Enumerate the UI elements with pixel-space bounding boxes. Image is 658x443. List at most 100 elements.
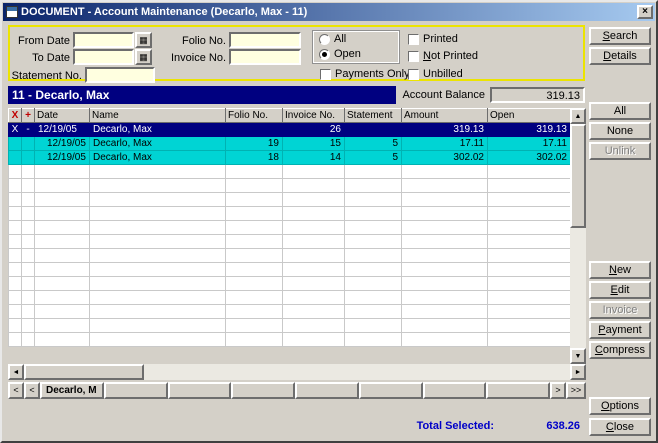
compress-button[interactable]: Compress <box>589 341 651 359</box>
close-icon[interactable]: × <box>637 5 653 19</box>
folio-no-input[interactable] <box>229 32 301 48</box>
cell-statement[interactable]: 5 <box>345 137 402 151</box>
cell-expand[interactable] <box>22 151 35 165</box>
cell-folio[interactable] <box>226 123 283 137</box>
cell-x[interactable] <box>9 151 22 165</box>
cell-folio[interactable]: 18 <box>226 151 283 165</box>
cell-amount[interactable]: 302.02 <box>402 151 488 165</box>
cell-name[interactable]: Decarlo, Max <box>90 151 226 165</box>
next-record-button[interactable]: > <box>550 382 566 399</box>
col-header-invoice[interactable]: Invoice No. <box>283 109 345 123</box>
search-button[interactable]: Search <box>589 27 651 45</box>
vertical-scrollbar[interactable]: ▲ ▼ <box>570 108 586 364</box>
col-header-plus[interactable]: + <box>22 109 35 123</box>
radio-all-circle[interactable] <box>319 34 330 45</box>
checkbox-not-printed[interactable]: Not Printed <box>408 50 478 62</box>
close-button[interactable]: Close <box>589 418 651 436</box>
cell-date[interactable]: 12/19/05 <box>35 151 90 165</box>
radio-open-circle[interactable] <box>319 49 330 60</box>
total-selected-label: Total Selected: <box>417 420 494 432</box>
record-tab[interactable] <box>104 382 168 399</box>
cell-x[interactable] <box>9 137 22 151</box>
record-tab[interactable] <box>168 382 232 399</box>
table-row-empty <box>9 277 571 291</box>
col-header-amount[interactable]: Amount <box>402 109 488 123</box>
cell-open[interactable]: 17.11 <box>488 137 571 151</box>
none-button[interactable]: None <box>589 122 651 140</box>
first-record-button[interactable]: < <box>8 382 24 399</box>
scope-radio-group: All Open <box>312 30 400 64</box>
all-button[interactable]: All <box>589 102 651 120</box>
checkbox-unbilled[interactable]: Unbilled <box>408 68 463 80</box>
from-date-calendar-icon[interactable]: ▦ <box>135 32 152 48</box>
radio-open[interactable]: Open <box>319 48 361 60</box>
title-bar[interactable]: DOCUMENT - Account Maintenance (Decarlo,… <box>3 3 655 21</box>
cell-expand[interactable]: - <box>22 123 35 137</box>
scroll-right-icon[interactable]: ► <box>570 364 586 380</box>
checkbox-printed-label: Printed <box>423 33 458 45</box>
checkbox-unbilled-box[interactable] <box>408 69 419 80</box>
horizontal-scroll-thumb[interactable] <box>24 364 144 380</box>
statement-no-input[interactable] <box>85 67 155 83</box>
cell-date[interactable]: 12/19/05 <box>35 137 90 151</box>
radio-all[interactable]: All <box>319 33 346 45</box>
grid-header-row: X + Date Name Folio No. Invoice No. Stat… <box>9 109 571 123</box>
checkbox-printed-box[interactable] <box>408 34 419 45</box>
record-tab[interactable] <box>359 382 423 399</box>
edit-button[interactable]: Edit <box>589 281 651 299</box>
record-tab[interactable] <box>423 382 487 399</box>
payment-button[interactable]: Payment <box>589 321 651 339</box>
col-header-folio[interactable]: Folio No. <box>226 109 283 123</box>
cell-invoice[interactable]: 15 <box>283 137 345 151</box>
scroll-left-icon[interactable]: ◄ <box>8 364 24 380</box>
cell-amount[interactable]: 319.13 <box>402 123 488 137</box>
cell-x[interactable]: X <box>9 123 22 137</box>
horizontal-scrollbar[interactable]: ◄ ► <box>8 364 586 380</box>
col-header-date[interactable]: Date <box>35 109 90 123</box>
cell-expand[interactable] <box>22 137 35 151</box>
invoice-no-label: Invoice No. <box>168 52 226 64</box>
scroll-down-icon[interactable]: ▼ <box>570 348 586 364</box>
record-tab-active[interactable]: Decarlo, M <box>40 382 104 399</box>
cell-amount[interactable]: 17.11 <box>402 137 488 151</box>
record-tab[interactable] <box>231 382 295 399</box>
invoice-no-input[interactable] <box>229 49 301 65</box>
record-tab[interactable] <box>486 382 550 399</box>
cell-statement[interactable] <box>345 123 402 137</box>
cell-name[interactable]: Decarlo, Max <box>90 123 226 137</box>
record-tab[interactable] <box>295 382 359 399</box>
col-header-open[interactable]: Open <box>488 109 571 123</box>
details-button[interactable]: Details <box>589 47 651 65</box>
scroll-up-icon[interactable]: ▲ <box>570 108 586 124</box>
cell-invoice[interactable]: 14 <box>283 151 345 165</box>
prev-record-button[interactable]: < <box>24 382 40 399</box>
table-row-empty <box>9 319 571 333</box>
cell-open[interactable]: 302.02 <box>488 151 571 165</box>
col-header-x[interactable]: X <box>9 109 22 123</box>
checkbox-payments-only[interactable]: Payments Only <box>320 68 410 80</box>
col-header-statement[interactable]: Statement <box>345 109 402 123</box>
cell-date[interactable]: 12/19/05 <box>35 123 90 137</box>
unlink-button: Unlink <box>589 142 651 160</box>
table-row[interactable]: 12/19/05 Decarlo, Max 18 14 5 302.02 302… <box>9 151 571 165</box>
dialog-window: DOCUMENT - Account Maintenance (Decarlo,… <box>0 0 658 443</box>
from-date-input[interactable] <box>73 32 134 48</box>
cell-open[interactable]: 319.13 <box>488 123 571 137</box>
options-button[interactable]: Options <box>589 397 651 415</box>
table-row[interactable]: X - 12/19/05 Decarlo, Max 26 319.13 319.… <box>9 123 571 137</box>
to-date-calendar-icon[interactable]: ▦ <box>135 49 152 65</box>
cell-folio[interactable]: 19 <box>226 137 283 151</box>
new-button[interactable]: New <box>589 261 651 279</box>
col-header-name[interactable]: Name <box>90 109 226 123</box>
checkbox-printed[interactable]: Printed <box>408 33 458 45</box>
checkbox-payments-only-box[interactable] <box>320 69 331 80</box>
to-date-input[interactable] <box>73 49 134 65</box>
vertical-scroll-thumb[interactable] <box>570 124 586 228</box>
cell-name[interactable]: Decarlo, Max <box>90 137 226 151</box>
last-record-button[interactable]: >> <box>566 382 586 399</box>
checkbox-not-printed-box[interactable] <box>408 51 419 62</box>
cell-invoice[interactable]: 26 <box>283 123 345 137</box>
table-row-empty <box>9 193 571 207</box>
table-row[interactable]: 12/19/05 Decarlo, Max 19 15 5 17.11 17.1… <box>9 137 571 151</box>
cell-statement[interactable]: 5 <box>345 151 402 165</box>
